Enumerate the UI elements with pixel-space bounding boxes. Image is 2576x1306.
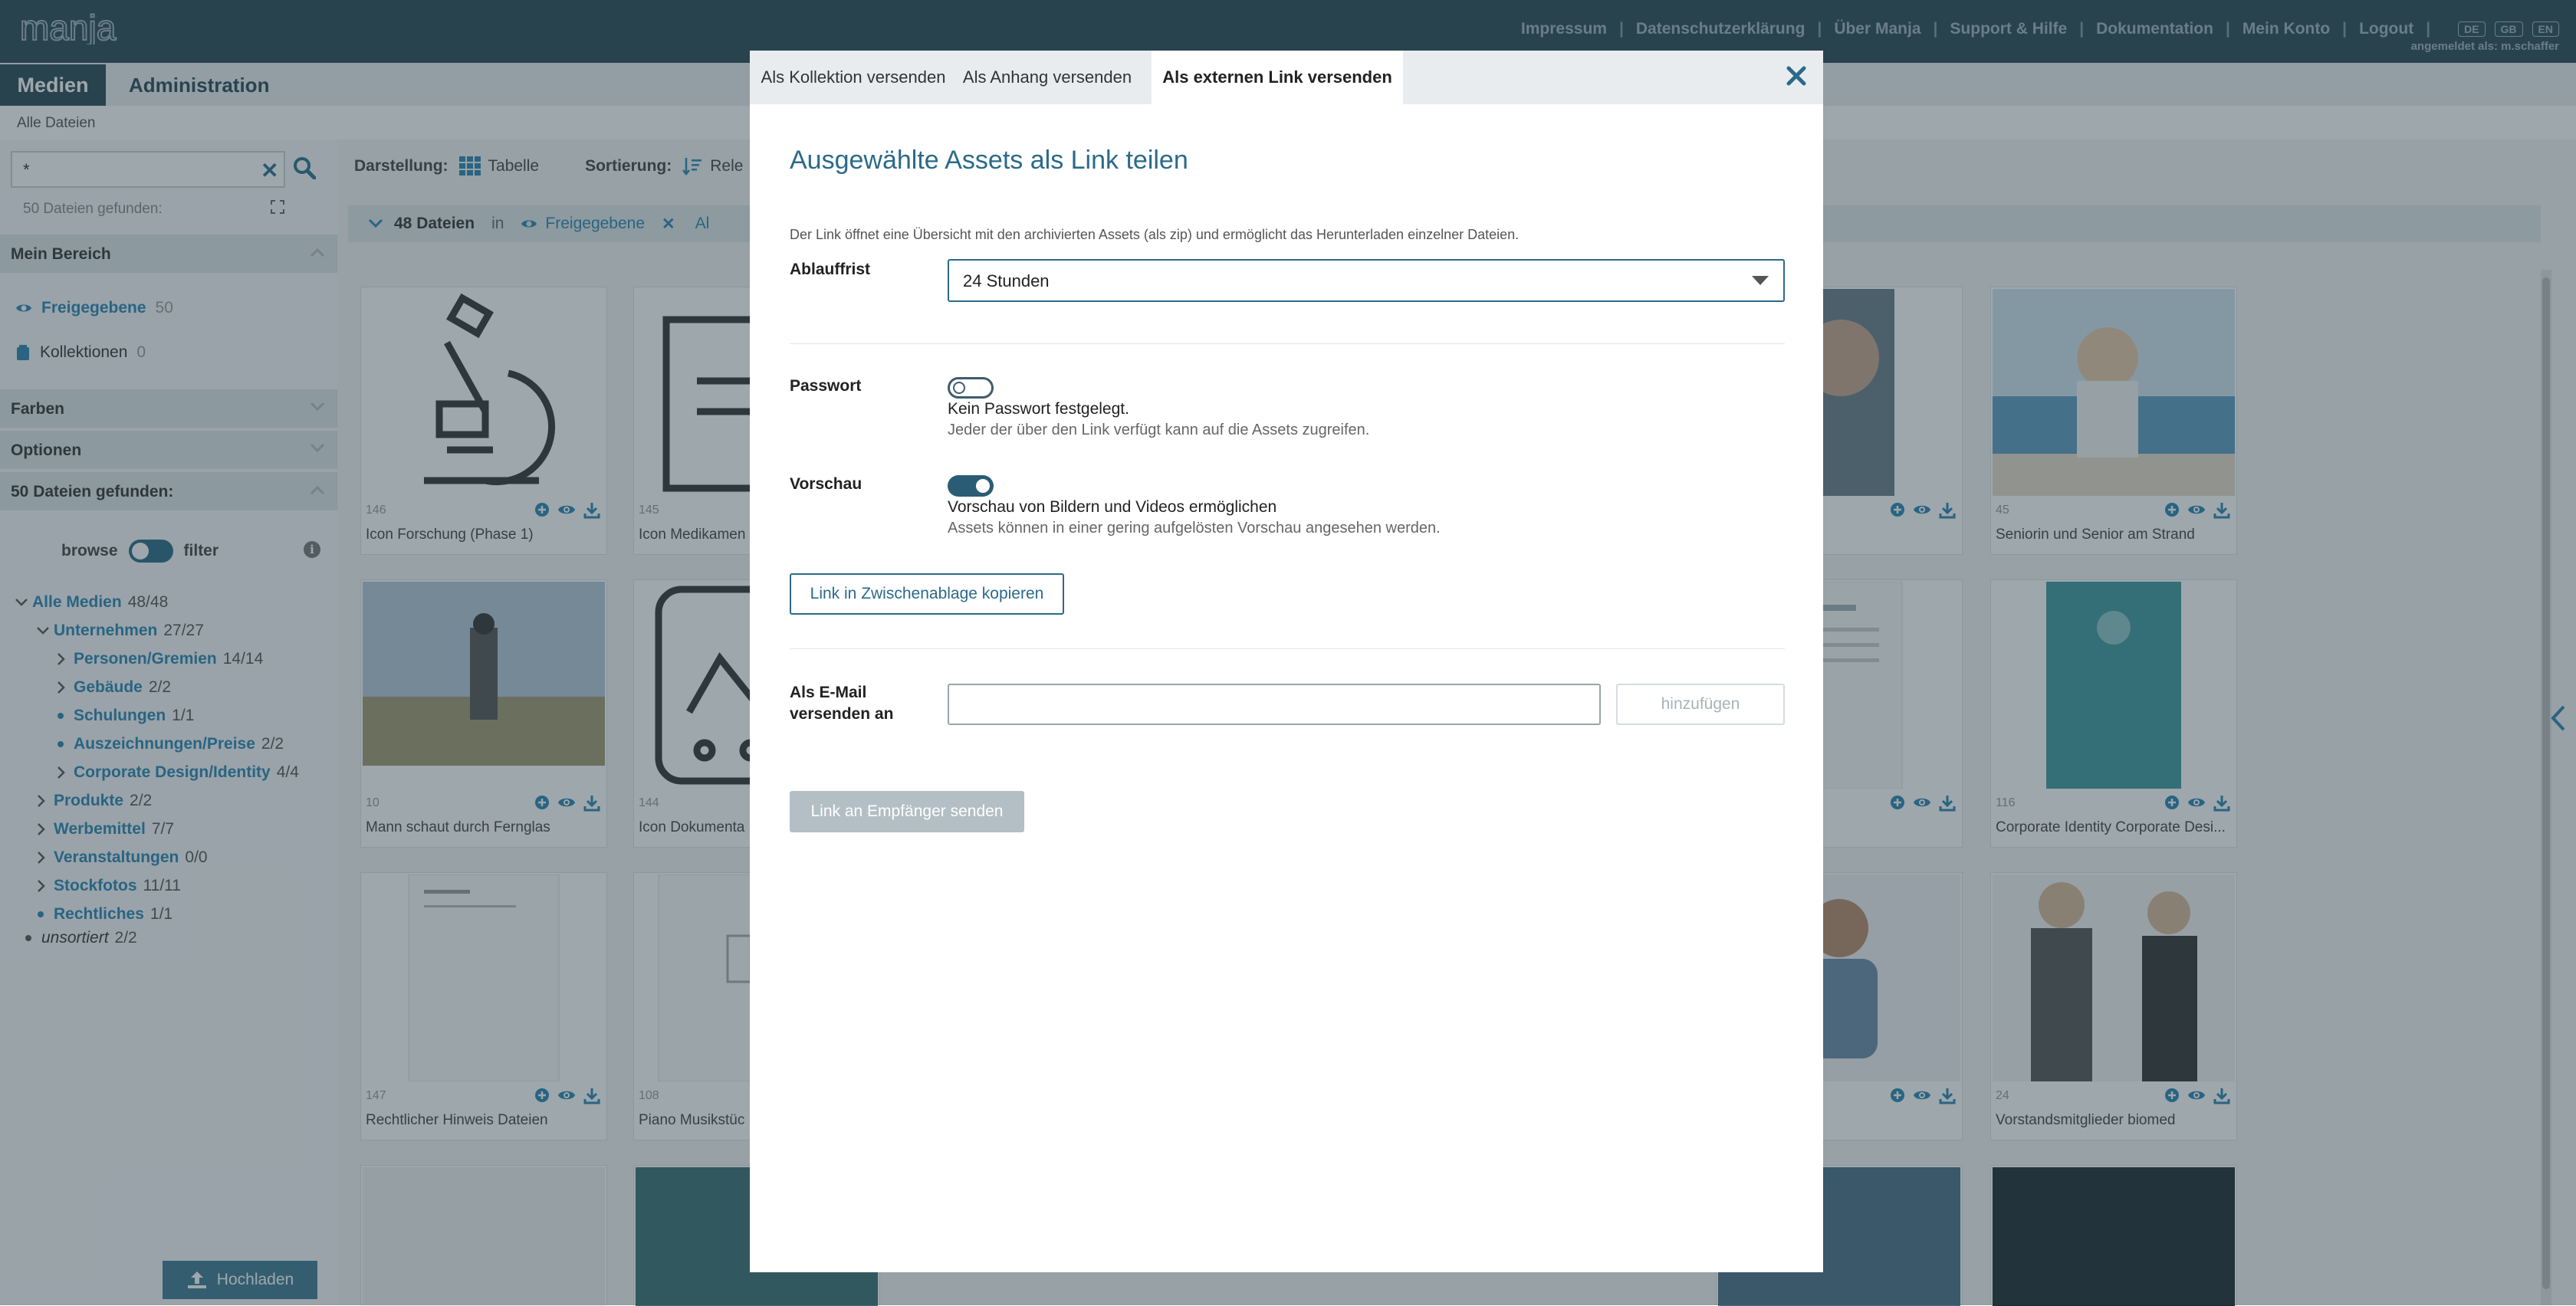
close-icon[interactable] — [1786, 66, 1806, 86]
dialog-description: Der Link öffnet eine Übersicht mit den a… — [790, 227, 1520, 242]
passwort-label: Passwort — [790, 377, 862, 395]
tab-als-anhang[interactable]: Als Anhang versenden — [957, 51, 1138, 104]
ablauffrist-label: Ablauffrist — [790, 261, 870, 278]
email-label: Als E-Mail versenden an — [790, 684, 894, 723]
tab-als-externer-link[interactable]: Als externen Link versenden — [1152, 51, 1403, 104]
vorschau-toggle[interactable] — [948, 475, 994, 497]
passwort-toggle[interactable] — [948, 377, 994, 399]
add-recipient-button[interactable]: hinzufügen — [1616, 684, 1785, 725]
dialog-title: Ausgewählte Assets als Link teilen — [790, 146, 1188, 175]
ablauffrist-select[interactable]: 24 Stunden — [948, 259, 1785, 302]
divider — [790, 648, 1785, 649]
share-dialog: Als Kollektion versenden Als Anhang vers… — [750, 51, 1823, 1272]
email-recipient-input[interactable] — [948, 684, 1601, 725]
divider — [790, 343, 1785, 344]
vorschau-label: Vorschau — [790, 475, 863, 493]
passwort-status: Kein Passwort festgelegt. — [948, 400, 1129, 418]
copy-link-button[interactable]: Link in Zwischenablage kopieren — [790, 573, 1064, 615]
dropdown-arrow-icon — [1751, 274, 1769, 287]
passwort-hint: Jeder der über den Link verfügt kann auf… — [948, 422, 1370, 438]
tab-als-kollektion[interactable]: Als Kollektion versenden — [750, 51, 957, 104]
vorschau-status: Vorschau von Bildern und Videos ermöglic… — [948, 498, 1277, 516]
dialog-tabs: Als Kollektion versenden Als Anhang vers… — [750, 51, 1823, 104]
vorschau-hint: Assets können in einer gering aufgelöste… — [948, 520, 1441, 537]
send-link-button[interactable]: Link an Empfänger senden — [790, 791, 1024, 832]
